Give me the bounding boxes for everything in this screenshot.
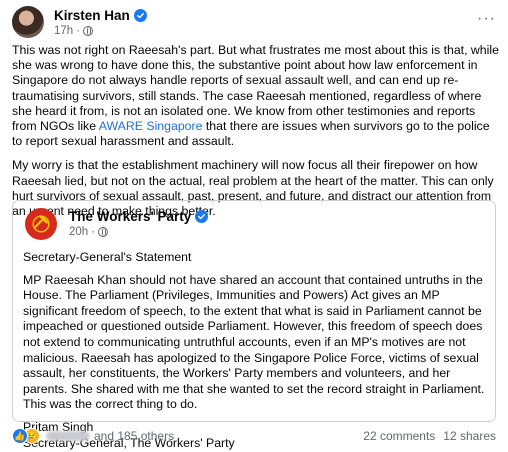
post-footer: 👍 😢 and 185 others 22 comments 12 shares [12, 428, 496, 446]
post-header: Kirsten Han 17h · ··· [12, 6, 496, 40]
reaction-summary[interactable]: 👍 😢 and 185 others [12, 428, 174, 444]
blurred-reactor-name [46, 431, 90, 441]
meta-separator: · [91, 226, 96, 238]
author-line: Kirsten Han [54, 8, 147, 23]
shared-author-line: The Workers' Party [69, 209, 209, 224]
author-name[interactable]: Kirsten Han [54, 8, 130, 23]
statement-text: MP Raeesah Khan should not have shared a… [23, 272, 485, 412]
author-avatar[interactable] [12, 6, 44, 38]
shared-post-body: Secretary-General's Statement MP Raeesah… [23, 250, 489, 451]
more-options-button[interactable]: ··· [477, 10, 496, 28]
post-meta: 17h · [54, 25, 94, 37]
reaction-count[interactable]: and 185 others [94, 429, 174, 443]
aware-singapore-link[interactable]: AWARE Singapore [99, 119, 203, 133]
statement-heading: Secretary-General's Statement [23, 250, 192, 264]
verified-badge-icon [133, 9, 147, 22]
like-icon: 👍 [12, 428, 28, 444]
shared-author-name[interactable]: The Workers' Party [69, 209, 191, 224]
shares-count[interactable]: 12 shares [443, 429, 496, 443]
meta-separator: · [76, 25, 81, 37]
globe-icon [98, 227, 109, 237]
shared-post-time[interactable]: 20h [69, 226, 88, 238]
comments-count[interactable]: 22 comments [363, 429, 435, 443]
verified-badge-icon [195, 210, 209, 223]
globe-icon [83, 26, 94, 36]
engagement-counts: 22 comments 12 shares [363, 429, 496, 443]
post-paragraph-1: This was not right on Raeesah's part. Bu… [12, 43, 500, 149]
facebook-post: Kirsten Han 17h · ··· This was not right… [0, 0, 508, 452]
workers-party-logo-icon[interactable] [25, 208, 57, 240]
shared-post-meta: 20h · [69, 226, 109, 238]
post-time[interactable]: 17h [54, 25, 73, 37]
shared-post-card[interactable]: The Workers' Party 20h · Secretary-Gener… [12, 200, 496, 450]
